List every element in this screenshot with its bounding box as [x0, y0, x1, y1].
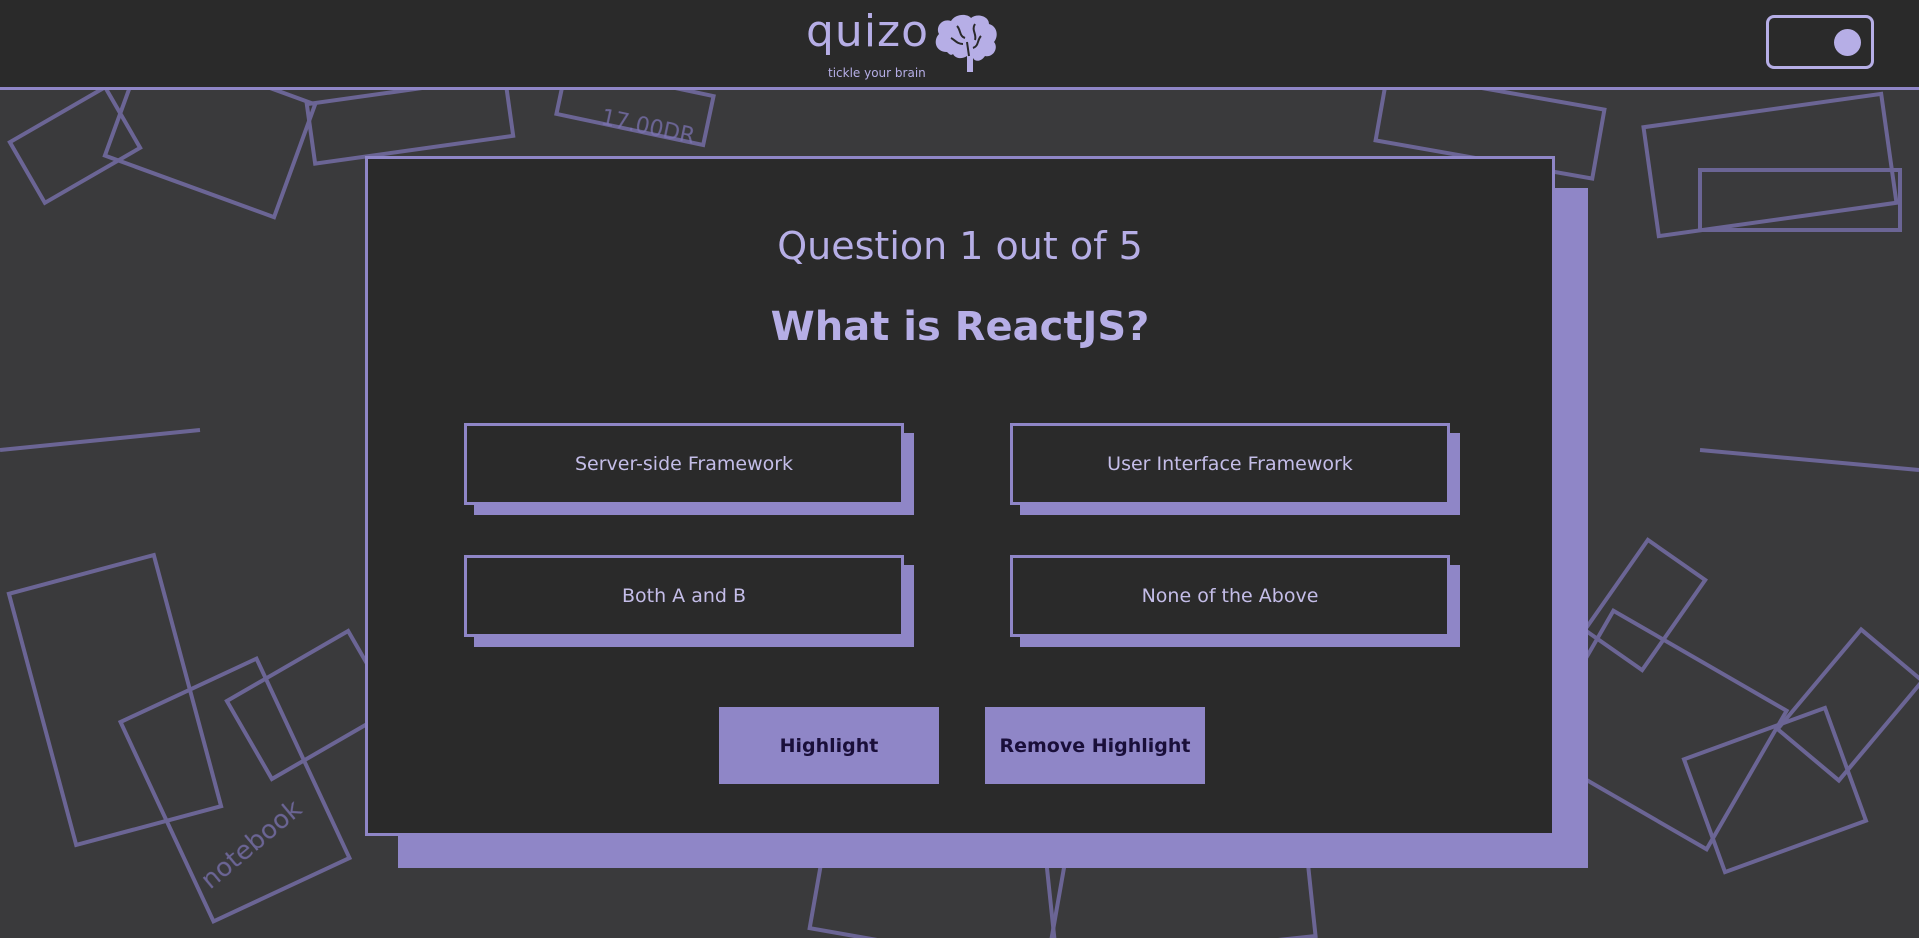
- question-text: What is ReactJS?: [770, 304, 1150, 350]
- option-a-wrapper: Server-side Framework: [464, 423, 914, 523]
- option-c-wrapper: Both A and B: [464, 555, 914, 655]
- logo[interactable]: quizo tickle your brain: [806, 6, 1006, 84]
- question-counter: Question 1 out of 5: [777, 224, 1143, 268]
- top-header: quizo tickle your brain: [0, 0, 1919, 90]
- option-d-wrapper: None of the Above: [1010, 555, 1460, 655]
- logo-text: quizo: [806, 6, 930, 57]
- option-b-button[interactable]: User Interface Framework: [1010, 423, 1450, 505]
- option-b-wrapper: User Interface Framework: [1010, 423, 1460, 523]
- highlight-button[interactable]: Highlight: [719, 707, 939, 784]
- option-a-button[interactable]: Server-side Framework: [464, 423, 904, 505]
- option-c-button[interactable]: Both A and B: [464, 555, 904, 637]
- theme-toggle[interactable]: [1766, 15, 1874, 69]
- brain-icon: [935, 14, 997, 72]
- remove-highlight-button[interactable]: Remove Highlight: [985, 707, 1205, 784]
- toggle-knob: [1834, 29, 1861, 56]
- option-d-button[interactable]: None of the Above: [1010, 555, 1450, 637]
- doodle-text-price: 17.00DR: [599, 105, 697, 149]
- tagline: tickle your brain: [828, 66, 926, 80]
- quiz-card: Question 1 out of 5 What is ReactJS? Ser…: [365, 156, 1555, 836]
